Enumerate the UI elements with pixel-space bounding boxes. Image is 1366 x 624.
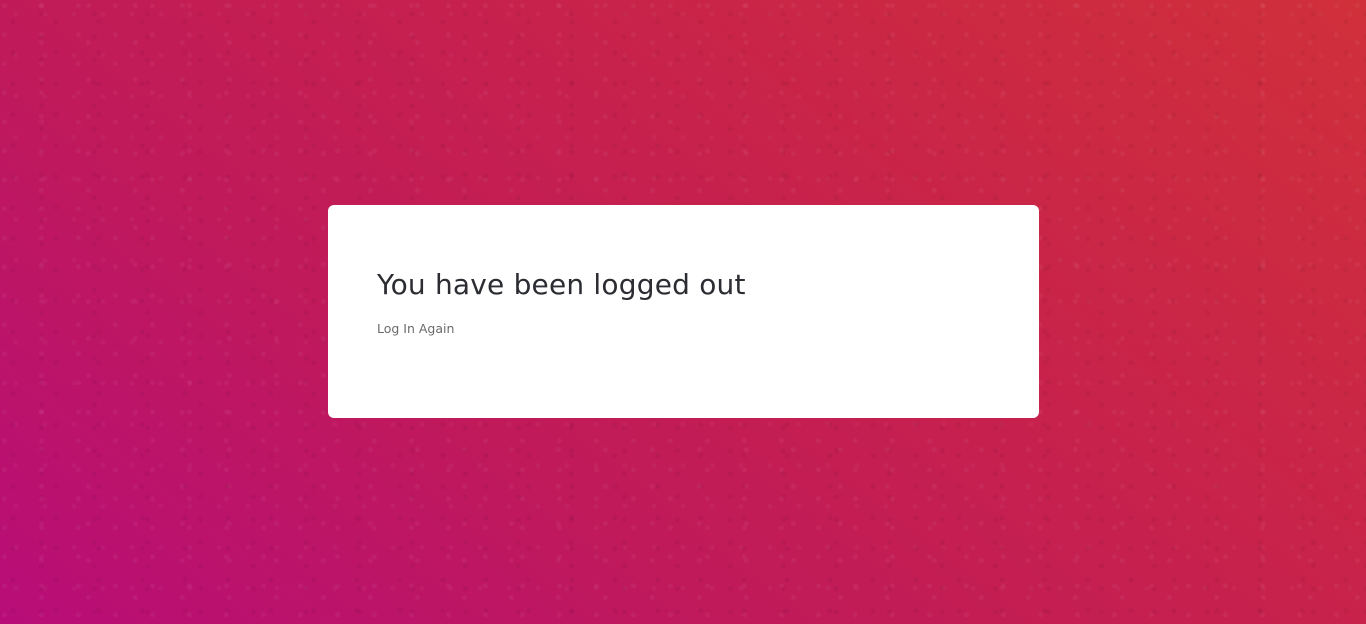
- logout-card: You have been logged out Log In Again: [328, 205, 1039, 418]
- logout-title: You have been logged out: [377, 268, 746, 301]
- log-in-again-link[interactable]: Log In Again: [377, 321, 454, 336]
